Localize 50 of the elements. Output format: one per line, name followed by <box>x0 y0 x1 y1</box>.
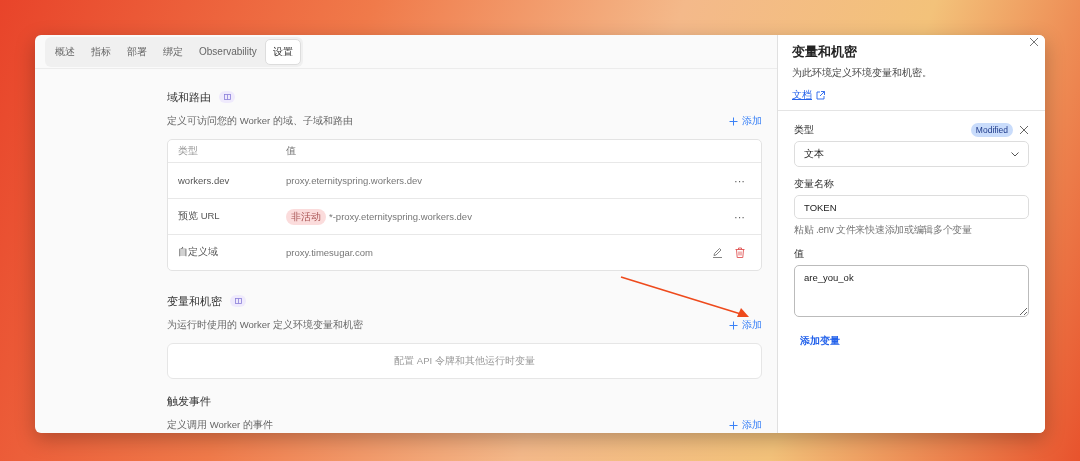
table-cell-text: 自定义域 <box>178 246 219 259</box>
table-cell: *-proxy.eternityspring.workers.dev <box>329 211 472 222</box>
field-label: 类型 <box>794 123 814 137</box>
panel-description: 为此环境定义环境变量和机密。 <box>792 67 933 80</box>
add-button[interactable]: 添加 <box>729 418 762 432</box>
external-link-icon <box>816 90 825 100</box>
plus-icon <box>729 320 738 330</box>
field-hint: 粘贴 .env 文件来快速添加或编辑多个变量 <box>794 223 973 237</box>
tab[interactable]: 设置 <box>264 38 301 65</box>
section-description: 定义可访问您的 Worker 的域、子域和路由 <box>167 114 353 128</box>
tab[interactable]: 指标 <box>83 38 119 65</box>
status-badge: 非活动 <box>286 208 326 225</box>
chevron-down-icon <box>1011 151 1019 157</box>
remove-button[interactable] <box>1019 125 1029 135</box>
more-button[interactable]: ··· <box>734 174 745 187</box>
section-description: 为运行时使用的 Worker 定义环境变量和机密 <box>167 318 363 332</box>
table-cell-text: 预览 URL <box>178 210 221 223</box>
add-button[interactable]: 添加 <box>729 114 762 128</box>
section-title: 域和路由 <box>167 89 211 105</box>
empty-state: 配置 API 令牌和其他运行时变量 <box>167 343 762 379</box>
type-dropdown[interactable]: 文本 <box>794 141 1029 167</box>
add-variable-button[interactable]: 添加变量 <box>800 335 840 348</box>
plus-icon <box>729 420 738 430</box>
tab[interactable]: Observability <box>191 38 265 65</box>
tab[interactable]: 绑定 <box>155 38 191 65</box>
docs-link[interactable]: 文档 <box>792 88 812 102</box>
section-title: 触发事件 <box>167 393 211 409</box>
delete-button[interactable] <box>735 247 745 258</box>
book-icon <box>230 295 246 307</box>
column-header: 类型 <box>178 144 199 158</box>
add-button[interactable]: 添加 <box>729 318 762 332</box>
close-button[interactable] <box>1029 37 1039 47</box>
section-description: 定义调用 Worker 的事件 <box>167 418 273 432</box>
name-field[interactable]: TOKEN <box>794 195 1029 219</box>
field-label: 值 <box>794 247 805 261</box>
column-header: 值 <box>286 144 297 158</box>
plus-icon <box>729 116 738 126</box>
status-badge: Modified <box>970 123 1013 137</box>
tab[interactable]: 概述 <box>47 38 83 65</box>
panel-title: 变量和机密 <box>792 43 858 61</box>
value-field[interactable]: are_you_ok <box>794 265 1029 317</box>
book-icon <box>219 91 235 103</box>
table-cell: proxy.timesugar.com <box>286 247 373 258</box>
tab[interactable]: 部署 <box>119 38 155 65</box>
edit-button[interactable] <box>712 247 723 258</box>
table-cell: proxy.eternityspring.workers.dev <box>286 175 423 186</box>
more-button[interactable]: ··· <box>734 210 745 223</box>
field-label: 变量名称 <box>794 177 835 191</box>
table-cell-text: workers.dev <box>178 175 231 186</box>
section-title: 变量和机密 <box>167 293 222 309</box>
